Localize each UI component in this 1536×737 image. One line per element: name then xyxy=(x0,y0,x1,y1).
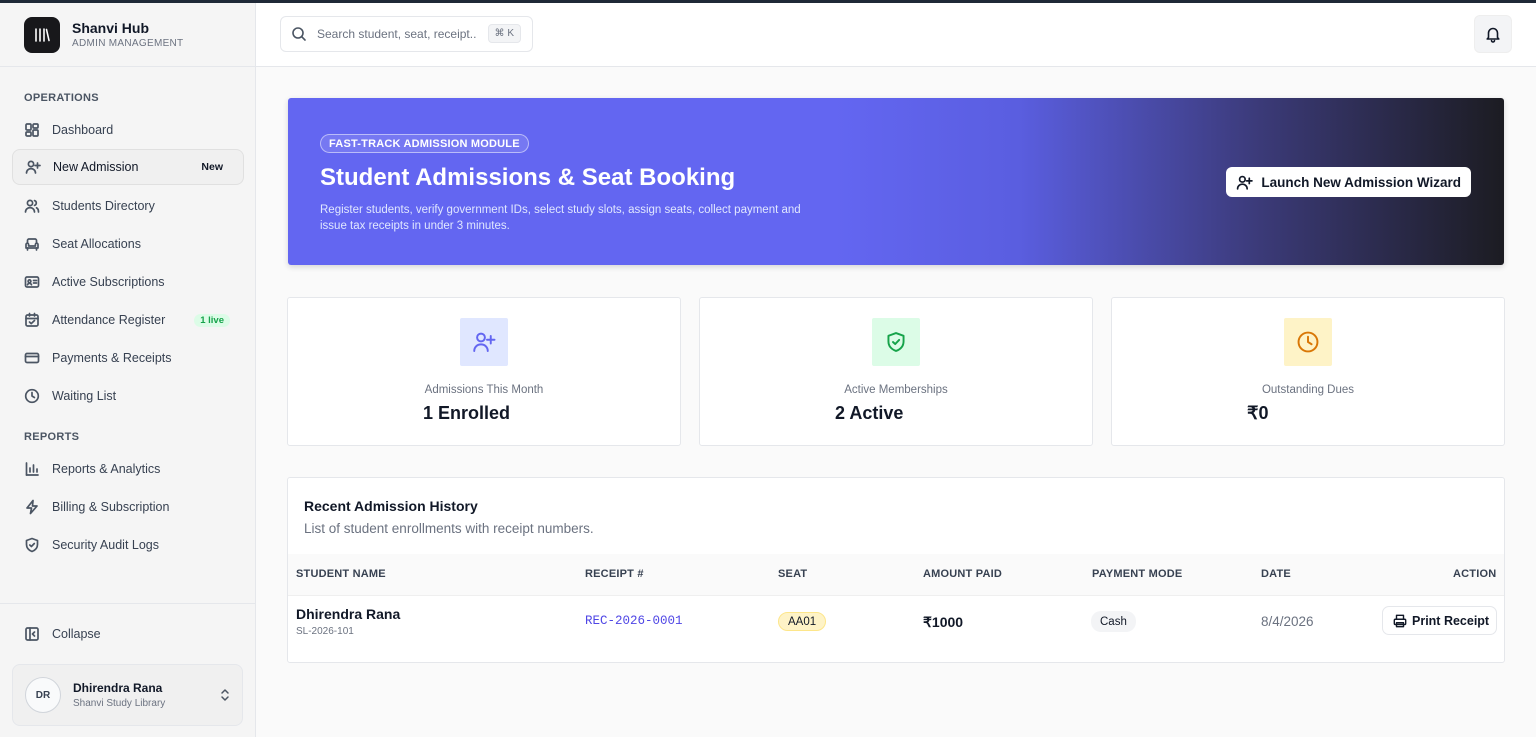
credit-card-icon xyxy=(24,352,40,364)
main-content: FAST-TRACK ADMISSION MODULE Student Admi… xyxy=(256,67,1536,737)
new-badge: New xyxy=(201,161,223,173)
print-receipt-label: Print Receipt xyxy=(1412,613,1490,628)
sidebar-item-label: New Admission xyxy=(53,160,139,174)
bell-icon xyxy=(1486,27,1500,43)
sidebar-item-label: Billing & Subscription xyxy=(52,500,170,514)
column-header-action: ACTION xyxy=(1453,568,1497,580)
user-menu[interactable]: DR Dhirendra Rana Shanvi Study Library xyxy=(12,664,243,726)
sidebar-item-label: Payments & Receipts xyxy=(52,351,172,365)
top-header: ⌘ K xyxy=(256,3,1536,67)
column-header-receipt: RECEIPT # xyxy=(585,568,644,580)
clock-icon xyxy=(1284,318,1332,366)
sidebar-item-label: Waiting List xyxy=(52,389,117,403)
sidebar-item-dashboard[interactable]: Dashboard xyxy=(12,112,244,148)
user-plus-icon xyxy=(25,160,41,174)
sidebar-item-payments-receipts[interactable]: Payments & Receipts xyxy=(12,340,244,376)
launch-wizard-label: Launch New Admission Wizard xyxy=(1261,174,1461,190)
admission-history-card: Recent Admission History List of student… xyxy=(287,477,1505,663)
collapse-label: Collapse xyxy=(52,627,101,641)
brand-subtitle: ADMIN MANAGEMENT xyxy=(72,38,184,49)
stat-label: Admissions This Month xyxy=(424,384,544,396)
column-header-date: DATE xyxy=(1261,568,1291,580)
stat-value: ₹0 xyxy=(1247,403,1269,423)
printer-icon xyxy=(1393,614,1407,627)
search-box[interactable]: ⌘ K xyxy=(280,16,533,52)
armchair-icon xyxy=(25,238,39,251)
history-title: Recent Admission History xyxy=(304,498,478,514)
student-id: SL-2026-101 xyxy=(296,626,354,637)
seat-badge: AA01 xyxy=(778,612,827,631)
sidebar-item-label: Seat Allocations xyxy=(52,237,141,251)
sidebar-item-label: Security Audit Logs xyxy=(52,538,160,552)
admission-hero-banner: FAST-TRACK ADMISSION MODULE Student Admi… xyxy=(288,98,1504,265)
sidebar-item-billing-subscription[interactable]: Billing & Subscription xyxy=(12,489,244,525)
notifications-button[interactable] xyxy=(1474,15,1512,53)
brand: Shanvi Hub ADMIN MANAGEMENT xyxy=(0,3,255,67)
sidebar-divider xyxy=(0,603,255,604)
keyboard-shortcut-hint: ⌘ K xyxy=(487,24,521,43)
launch-admission-wizard-button[interactable]: Launch New Admission Wizard xyxy=(1226,167,1471,197)
calendar-check-icon xyxy=(25,312,39,327)
stat-card-admissions: Admissions This Month 1 Enrolled xyxy=(287,297,681,446)
shield-icon xyxy=(25,537,39,553)
collapse-button[interactable]: Collapse xyxy=(12,616,244,652)
stat-value: 1 Enrolled xyxy=(423,403,511,423)
sidebar-item-waiting-list[interactable]: Waiting List xyxy=(12,378,244,414)
section-label-reports: REPORTS xyxy=(24,431,80,443)
sidebar-item-label: Students Directory xyxy=(52,199,155,213)
receipt-number-link[interactable]: REC-2026-0001 xyxy=(585,614,683,628)
stat-label: Active Memberships xyxy=(844,384,948,396)
sidebar-item-label: Active Subscriptions xyxy=(52,275,165,289)
column-header-student-name: STUDENT NAME xyxy=(296,568,386,580)
user-name: Dhirendra Rana xyxy=(73,681,163,695)
chevrons-up-down-icon xyxy=(221,689,229,701)
hero-description: Register students, verify government IDs… xyxy=(320,204,801,232)
hero-title: Student Admissions & Seat Booking xyxy=(320,164,736,191)
sidebar-item-label: Dashboard xyxy=(52,123,114,137)
clock-icon xyxy=(24,388,40,404)
sidebar-item-new-admission[interactable]: New Admission New xyxy=(12,149,244,185)
sidebar-item-security-audit-logs[interactable]: Security Audit Logs xyxy=(12,527,244,563)
stat-card-memberships: Active Memberships 2 Active xyxy=(699,297,1093,446)
student-name: Dhirendra Rana xyxy=(296,606,401,622)
sidebar-item-label: Attendance Register xyxy=(52,313,166,327)
brand-title: Shanvi Hub xyxy=(72,20,150,36)
shield-check-icon xyxy=(872,318,920,366)
print-receipt-button[interactable]: Print Receipt xyxy=(1382,606,1497,635)
sidebar-item-reports-analytics[interactable]: Reports & Analytics xyxy=(12,451,244,487)
payment-mode-badge: Cash xyxy=(1091,611,1136,632)
dashboard-icon xyxy=(25,123,39,137)
sidebar-item-seat-allocations[interactable]: Seat Allocations xyxy=(12,226,244,262)
sidebar-item-label: Reports & Analytics xyxy=(52,462,161,476)
users-icon xyxy=(24,199,40,213)
sidebar: Shanvi Hub ADMIN MANAGEMENT OPERATIONS D… xyxy=(0,3,256,737)
bar-chart-icon xyxy=(25,462,39,476)
live-badge: 1 live xyxy=(194,313,230,327)
zap-icon xyxy=(26,499,38,515)
sidebar-item-students-directory[interactable]: Students Directory xyxy=(12,188,244,224)
search-icon xyxy=(292,27,306,41)
admission-date: 8/4/2026 xyxy=(1261,614,1314,629)
user-plus-icon xyxy=(460,318,508,366)
table-header xyxy=(288,554,1504,596)
id-card-icon xyxy=(24,276,40,288)
column-header-seat: SEAT xyxy=(778,568,808,580)
section-label-operations: OPERATIONS xyxy=(24,92,99,104)
stat-value: 2 Active xyxy=(835,403,904,423)
panel-collapse-icon xyxy=(25,627,39,641)
library-logo-icon xyxy=(24,16,60,53)
amount-paid: ₹1000 xyxy=(923,614,964,630)
avatar: DR xyxy=(25,677,61,713)
user-plus-icon xyxy=(1237,175,1254,190)
column-header-amount-paid: AMOUNT PAID xyxy=(923,568,1002,580)
module-tag: FAST-TRACK ADMISSION MODULE xyxy=(320,134,529,153)
user-organization: Shanvi Study Library xyxy=(73,698,166,709)
stat-card-dues: Outstanding Dues ₹0 xyxy=(1111,297,1505,446)
column-header-payment-mode: PAYMENT MODE xyxy=(1092,568,1183,580)
history-subtitle: List of student enrollments with receipt… xyxy=(304,521,594,536)
stat-label: Outstanding Dues xyxy=(1261,384,1355,396)
sidebar-item-active-subscriptions[interactable]: Active Subscriptions xyxy=(12,264,244,300)
search-input[interactable] xyxy=(317,27,477,41)
sidebar-item-attendance-register[interactable]: Attendance Register 1 live xyxy=(12,302,244,338)
